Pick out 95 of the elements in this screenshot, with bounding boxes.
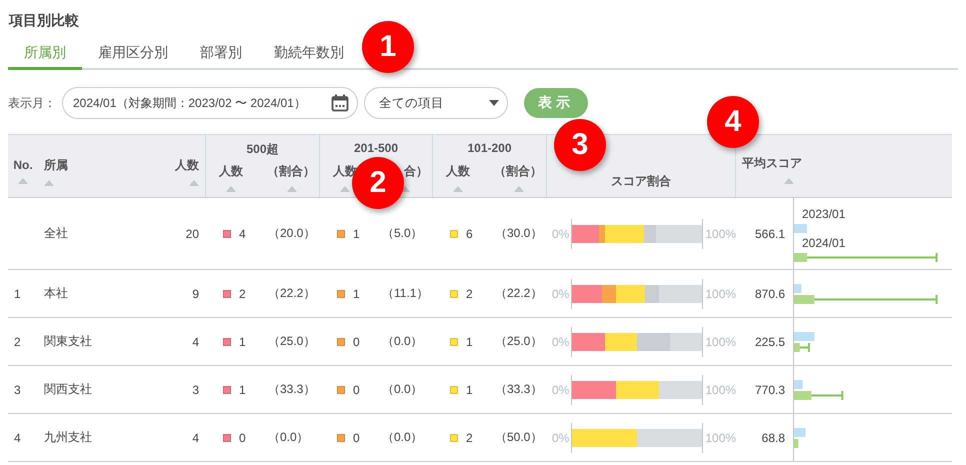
table-cell: 20 bbox=[186, 226, 199, 240]
axis-label: 0% bbox=[552, 226, 570, 240]
column-header[interactable]: 平均スコア bbox=[742, 155, 802, 172]
table-cell: 0 bbox=[239, 430, 246, 444]
column-header[interactable]: 人数 bbox=[446, 163, 470, 180]
axis-label: 0% bbox=[552, 286, 570, 300]
caret-icon bbox=[489, 100, 499, 106]
table-cell: （25.0） bbox=[268, 334, 316, 348]
axis-label: 100% bbox=[705, 334, 736, 348]
axis-label: 0% bbox=[552, 382, 570, 396]
row-number: 4 bbox=[14, 430, 21, 444]
legend-label: 2023/01 bbox=[801, 206, 846, 222]
sort-icon[interactable] bbox=[226, 186, 236, 192]
table-cell: （22.2） bbox=[495, 286, 542, 300]
item-dropdown[interactable]: 全ての項目 bbox=[364, 87, 508, 119]
row-number: 2 bbox=[14, 334, 21, 348]
group-header: 201-500 bbox=[354, 141, 398, 155]
table-cell: 0 bbox=[353, 430, 360, 444]
sort-icon[interactable] bbox=[340, 186, 350, 192]
table-cell: 4 bbox=[192, 334, 199, 348]
table-cell: （0.0） bbox=[382, 334, 423, 348]
table-cell: 1 bbox=[239, 334, 246, 348]
axis-label: 100% bbox=[705, 226, 736, 240]
table-cell: （33.3） bbox=[268, 382, 316, 396]
table-cell: 0 bbox=[353, 382, 360, 396]
sort-icon[interactable] bbox=[784, 178, 794, 184]
table-cell: 870.6 bbox=[754, 286, 785, 300]
table-cell: 0 bbox=[353, 334, 360, 348]
month-label: 表示月： bbox=[8, 94, 56, 112]
table-cell: （11.1） bbox=[382, 286, 428, 300]
number-badge: 4 bbox=[707, 96, 759, 148]
table-cell: 1 bbox=[353, 226, 360, 240]
column-header[interactable]: 所属 bbox=[44, 156, 68, 174]
sort-icon[interactable] bbox=[44, 180, 54, 186]
table-cell: 4 bbox=[239, 226, 246, 240]
calendar-icon[interactable] bbox=[331, 94, 349, 112]
table-cell: 6 bbox=[466, 226, 473, 240]
table-cell: 566.1 bbox=[754, 226, 785, 240]
page-title: 項目別比較 bbox=[8, 11, 80, 30]
number-badge: 1 bbox=[362, 21, 414, 73]
column-header[interactable]: （割合） bbox=[267, 163, 315, 180]
tab[interactable]: 勤続年数別 bbox=[258, 40, 360, 70]
axis-label: 100% bbox=[705, 382, 736, 396]
group-header: 500超 bbox=[246, 142, 279, 156]
axis-label: 0% bbox=[552, 430, 570, 444]
column-header[interactable]: 合） bbox=[404, 163, 428, 180]
column-header: スコア割合 bbox=[611, 172, 671, 190]
table-cell: （5.0） bbox=[382, 226, 423, 240]
table-cell: 九州支社 bbox=[44, 430, 92, 444]
table-cell: （0.0） bbox=[268, 430, 309, 444]
table-cell: 2 bbox=[466, 286, 473, 300]
sort-icon[interactable] bbox=[514, 186, 524, 192]
table-cell: （0.0） bbox=[382, 382, 423, 396]
row-number: 1 bbox=[14, 286, 21, 300]
row-number: 3 bbox=[14, 382, 21, 396]
table-cell: 全社 bbox=[44, 226, 68, 240]
column-header[interactable]: No. bbox=[13, 158, 33, 172]
sort-icon[interactable] bbox=[453, 186, 463, 192]
table-cell: 本社 bbox=[44, 286, 68, 300]
tab[interactable]: 部署別 bbox=[184, 40, 258, 70]
table-cell: 1 bbox=[466, 334, 473, 348]
table-cell: 4 bbox=[192, 430, 199, 444]
axis-label: 100% bbox=[705, 430, 736, 444]
sort-icon[interactable] bbox=[287, 186, 297, 192]
group-header: 101-200 bbox=[467, 141, 512, 155]
table-cell: 225.5 bbox=[754, 334, 785, 348]
table-cell: 2 bbox=[466, 430, 473, 444]
sort-icon[interactable] bbox=[189, 180, 199, 186]
axis-label: 0% bbox=[552, 334, 570, 348]
table-cell: 770.3 bbox=[754, 382, 785, 396]
table-cell: 3 bbox=[192, 382, 199, 396]
table-cell: （25.0） bbox=[495, 334, 542, 348]
date-field[interactable]: 2024/01（対象期間：2023/02 〜 2024/01） bbox=[62, 87, 358, 119]
legend-label: 2024/01 bbox=[801, 234, 846, 250]
axis-label: 100% bbox=[705, 286, 736, 300]
table-cell: （22.2） bbox=[268, 286, 316, 300]
column-header[interactable]: 人数 bbox=[175, 156, 199, 174]
column-header[interactable]: （割合） bbox=[494, 163, 542, 180]
table-cell: （0.0） bbox=[382, 430, 423, 444]
table-cell: 9 bbox=[192, 286, 199, 300]
table-cell: （33.3） bbox=[495, 382, 542, 396]
table-cell: 68.8 bbox=[762, 430, 785, 444]
number-badge: 3 bbox=[554, 119, 606, 171]
table-cell: （20.0） bbox=[268, 226, 316, 240]
column-header[interactable]: 人数 bbox=[219, 163, 243, 180]
table-cell: 1 bbox=[466, 382, 473, 396]
table-cell: 関西支社 bbox=[44, 382, 92, 396]
sort-icon[interactable] bbox=[18, 178, 28, 184]
tab[interactable]: 雇用区分別 bbox=[82, 40, 184, 70]
table-cell: （30.0） bbox=[495, 226, 542, 240]
table-cell: 1 bbox=[353, 286, 360, 300]
table-cell: 1 bbox=[239, 382, 246, 396]
table-cell: （50.0） bbox=[495, 430, 542, 444]
table-cell: 2 bbox=[239, 286, 246, 300]
table-cell: 関東支社 bbox=[44, 334, 92, 348]
